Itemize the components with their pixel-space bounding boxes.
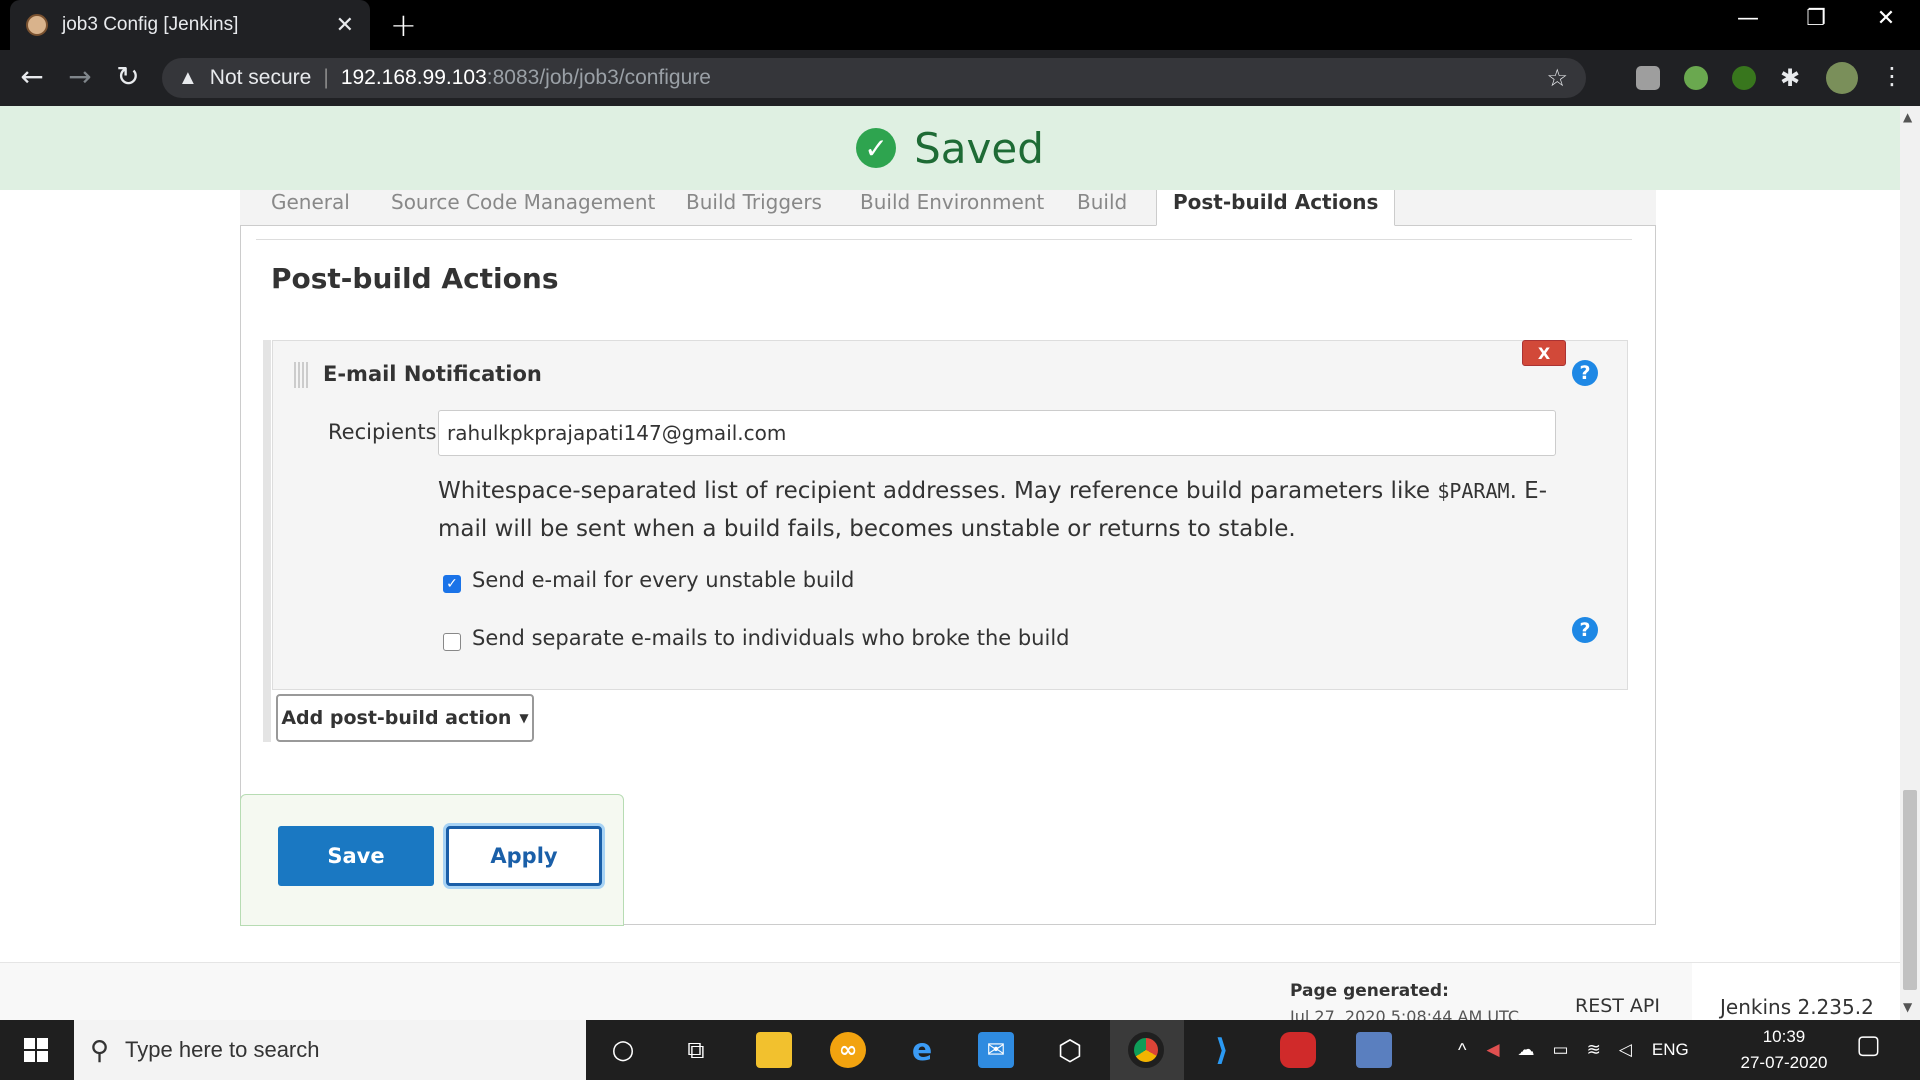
post-build-rail: [263, 340, 271, 742]
tab-general[interactable]: General: [271, 190, 350, 226]
virtualbox-icon[interactable]: ⬡: [1052, 1032, 1088, 1068]
check-circle-icon: ✓: [856, 128, 897, 168]
battery-icon[interactable]: ▭: [1553, 1040, 1569, 1060]
vscode-icon[interactable]: ⟩: [1204, 1032, 1240, 1068]
extension-tree-icon[interactable]: [1684, 66, 1708, 90]
taskbar-clock[interactable]: 10:39 27-07-2020: [1734, 1024, 1834, 1076]
edge-icon[interactable]: e: [904, 1032, 940, 1068]
save-button[interactable]: Save: [278, 826, 434, 886]
url-separator: |: [323, 66, 329, 89]
start-button[interactable]: [0, 1020, 72, 1080]
scroll-down-icon[interactable]: ▼: [1903, 1000, 1912, 1014]
add-post-build-action-button[interactable]: Add post-build action ▼: [276, 694, 534, 742]
help-text-part-1: Whitespace-separated list of recipient a…: [438, 478, 1438, 504]
clock-time: 10:39: [1762, 1027, 1806, 1046]
search-placeholder: Type here to search: [125, 1037, 320, 1062]
extension-r-icon[interactable]: [1636, 66, 1660, 90]
tab-source-code-management[interactable]: Source Code Management: [391, 190, 655, 226]
unstable-build-label: Send e-mail for every unstable build: [472, 568, 855, 592]
recipients-label: Recipients: [328, 420, 437, 444]
page-generated-date: Jul 27, 2020 5:08:44 AM UTC: [1290, 1007, 1520, 1020]
security-label[interactable]: Not secure: [210, 66, 312, 90]
close-tab-icon[interactable]: ✕: [336, 13, 354, 38]
forward-arrow-icon[interactable]: →: [60, 60, 100, 93]
bookmark-star-icon[interactable]: ☆: [1546, 64, 1568, 93]
scroll-up-icon[interactable]: ▲: [1903, 110, 1912, 124]
cortana-icon[interactable]: ○: [605, 1032, 641, 1068]
profile-avatar[interactable]: [1826, 62, 1858, 94]
tab-title: job3 Config [Jenkins]: [62, 14, 239, 35]
minimize-window-icon[interactable]: —: [1718, 6, 1778, 31]
recipients-help-text: Whitespace-separated list of recipient a…: [438, 472, 1568, 548]
separate-emails-checkbox[interactable]: [443, 633, 461, 651]
saved-notification-banner: ✓ Saved: [0, 106, 1900, 190]
email-notification-title: E-mail Notification: [323, 362, 542, 386]
page-footer: Page generated: Jul 27, 2020 5:08:44 AM …: [0, 962, 1900, 1020]
tab-build-environment[interactable]: Build Environment: [860, 190, 1044, 226]
url-host: 192.168.99.103: [340, 66, 487, 89]
scrollbar-thumb[interactable]: [1903, 790, 1917, 990]
file-explorer-icon[interactable]: [756, 1032, 792, 1068]
recipients-input[interactable]: [438, 410, 1556, 456]
tab-build[interactable]: Build: [1077, 190, 1127, 226]
wifi-icon[interactable]: ≋: [1587, 1040, 1601, 1060]
new-tab-button[interactable]: +: [390, 6, 417, 44]
help-icon[interactable]: ?: [1572, 360, 1598, 386]
volume-icon[interactable]: ◁: [1619, 1040, 1632, 1060]
tab-post-build-actions[interactable]: Post-build Actions: [1156, 190, 1396, 226]
section-title: Post-build Actions: [271, 262, 559, 295]
chrome-icon[interactable]: [1128, 1032, 1164, 1068]
redhat-icon[interactable]: [1280, 1032, 1316, 1068]
address-bar[interactable]: ▲ Not secure | 192.168.99.103 :8083/job/…: [162, 58, 1586, 98]
network-app-icon[interactable]: [1356, 1032, 1392, 1068]
browser-tab[interactable]: job3 Config [Jenkins] ✕: [10, 0, 370, 50]
reload-icon[interactable]: ↻: [108, 60, 148, 93]
jenkins-favicon-icon: [26, 14, 48, 36]
help-text-param: $PARAM: [1437, 479, 1510, 503]
add-action-label: Add post-build action: [281, 707, 512, 729]
tab-build-triggers[interactable]: Build Triggers: [686, 190, 822, 226]
cloud-icon[interactable]: ☁: [1518, 1040, 1535, 1060]
rest-api-link[interactable]: REST API: [1575, 995, 1660, 1017]
speaker-muted-icon[interactable]: ◀: [1486, 1040, 1499, 1060]
back-arrow-icon[interactable]: ←: [12, 60, 52, 93]
restore-window-icon[interactable]: ❐: [1786, 6, 1846, 31]
apply-button[interactable]: Apply: [446, 826, 602, 886]
separate-emails-label: Send separate e-mails to individuals who…: [472, 626, 1070, 650]
page-generated-label: Page generated:: [1290, 981, 1449, 1001]
unstable-build-checkbox[interactable]: ✓: [443, 575, 461, 593]
windows-logo-icon: [24, 1038, 48, 1062]
task-view-icon[interactable]: ⧉: [678, 1032, 714, 1068]
extensions-puzzle-icon[interactable]: ✱: [1780, 64, 1800, 92]
saved-text: Saved: [914, 123, 1044, 173]
browser-menu-icon[interactable]: ⋮: [1880, 62, 1904, 90]
clock-date: 27-07-2020: [1740, 1053, 1828, 1072]
mail-icon[interactable]: ✉: [978, 1032, 1014, 1068]
section-divider: [256, 239, 1632, 240]
system-tray: ^ ◀ ☁ ▭ ≋ ◁ ENG: [1458, 1020, 1689, 1080]
chevron-down-icon: ▼: [519, 711, 529, 725]
drag-handle-icon[interactable]: [294, 362, 308, 388]
chevron-up-icon[interactable]: ^: [1458, 1040, 1466, 1061]
close-window-icon[interactable]: ✕: [1856, 6, 1916, 31]
search-icon: ⚲: [90, 1034, 110, 1065]
language-indicator[interactable]: ENG: [1652, 1040, 1689, 1060]
url-path: :8083/job/job3/configure: [486, 66, 711, 89]
arduino-icon[interactable]: ∞: [830, 1032, 866, 1068]
extension-green-icon[interactable]: [1732, 66, 1756, 90]
separate-emails-help-icon[interactable]: ?: [1572, 617, 1598, 643]
jenkins-version-link[interactable]: Jenkins 2.235.2: [1692, 963, 1900, 1020]
delete-step-button[interactable]: X: [1522, 340, 1566, 366]
taskbar-search-box[interactable]: ⚲ Type here to search: [74, 1020, 586, 1080]
warning-triangle-icon: ▲: [178, 66, 198, 89]
notification-center-icon[interactable]: ▢: [1856, 1030, 1881, 1060]
